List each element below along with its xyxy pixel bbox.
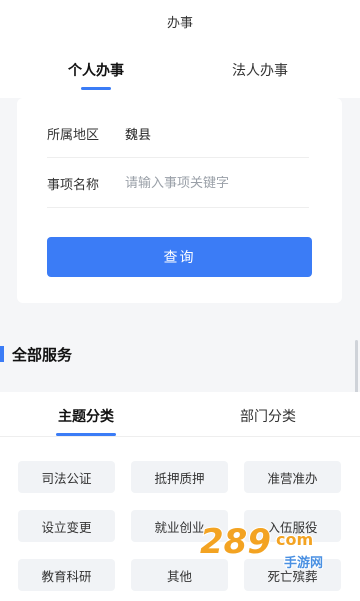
scrollbar[interactable] [355,340,358,400]
tab-personal-affairs-label: 个人办事 [68,63,124,79]
chip-employment-entrepreneurship[interactable]: 就业创业 [131,510,228,542]
region-value[interactable]: 魏县 [125,124,151,143]
query-button[interactable]: 查询 [47,237,312,277]
divider [0,436,360,437]
tab-corporate-affairs-label: 法人办事 [232,63,288,79]
tab-corporate-affairs[interactable]: 法人办事 [232,60,288,80]
services-panel: 主题分类 部门分类 司法公证 抵押质押 准营准办 设立变更 就业创业 入伍服役 … [0,392,360,601]
page-title: 办事 [166,15,193,31]
chip-establishment-change[interactable]: 设立变更 [18,510,115,542]
tab-department-category[interactable]: 部门分类 [240,406,296,426]
chip-judicial-notarization[interactable]: 司法公证 [18,461,115,493]
item-name-row: 事项名称 [47,160,309,208]
tab-theme-category-label: 主题分类 [58,409,114,425]
item-name-label: 事项名称 [47,178,100,193]
all-services-title: 全部服务 [12,345,73,364]
item-name-input[interactable] [125,176,305,191]
chip-business-permit[interactable]: 准营准办 [244,461,341,493]
section-accent-bar [0,346,4,362]
top-tabs: 个人办事 法人办事 [0,42,360,98]
region-row[interactable]: 所属地区 魏县 [47,110,309,158]
chip-mortgage-pledge[interactable]: 抵押质押 [131,461,228,493]
chip-death-funeral[interactable]: 死亡殡葬 [244,559,341,591]
top-bar: 办事 [0,0,360,42]
all-services-heading: 全部服务 [0,342,72,366]
active-tab-indicator [81,87,111,90]
chip-military-service[interactable]: 入伍服役 [244,510,341,542]
tab-department-category-label: 部门分类 [240,409,296,425]
region-label: 所属地区 [47,128,100,143]
search-form-card: 所属地区 魏县 事项名称 查询 [17,98,342,303]
chip-other[interactable]: 其他 [131,559,228,591]
chip-education-research[interactable]: 教育科研 [18,559,115,591]
tab-personal-affairs[interactable]: 个人办事 [68,60,124,90]
tab-theme-category[interactable]: 主题分类 [56,406,116,436]
